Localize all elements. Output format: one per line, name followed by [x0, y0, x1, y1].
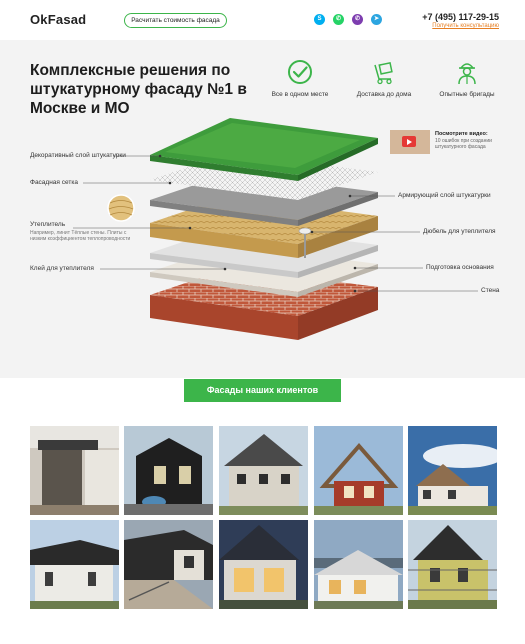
gallery-photo[interactable]: [30, 426, 119, 515]
label-glue: Клей для утеплителя: [30, 265, 94, 272]
skype-icon[interactable]: S: [314, 14, 325, 25]
telegram-icon[interactable]: ➤: [371, 14, 382, 25]
label-mesh: Фасадная сетка: [30, 179, 78, 186]
gallery-photo[interactable]: [124, 520, 213, 609]
callback-link[interactable]: Получить консультацию: [432, 23, 499, 29]
facade-layers-diagram: [73, 118, 478, 340]
gallery-photo[interactable]: [408, 426, 497, 515]
label-insulation-note: Например, линит Тёплые стены. Плиты с ни…: [30, 230, 131, 242]
phone-number[interactable]: +7 (495) 117-29-15: [422, 12, 499, 22]
calc-cost-button[interactable]: Расчитать стоимость фасада: [124, 13, 227, 28]
label-wall: Стена: [481, 287, 500, 294]
gallery-photo[interactable]: [30, 520, 119, 609]
gallery-photo[interactable]: [314, 426, 403, 515]
gallery-photo[interactable]: [219, 520, 308, 609]
viber-icon[interactable]: ✆: [352, 14, 363, 25]
whatsapp-icon[interactable]: ✆: [333, 14, 344, 25]
header: OkFasad Расчитать стоимость фасада S ✆ ✆…: [0, 0, 525, 40]
logo[interactable]: OkFasad: [30, 12, 86, 27]
gallery-photo[interactable]: [219, 426, 308, 515]
label-reinforcing-layer: Армирующий слой штукатурки: [398, 192, 491, 199]
label-insulation: Утеплитель: [30, 221, 66, 228]
gallery-photo[interactable]: [408, 520, 497, 609]
gallery-photo[interactable]: [124, 426, 213, 515]
hero-section: Комплексные решения по штукатурному фаса…: [0, 40, 525, 378]
clients-facades-button[interactable]: Фасады наших клиентов: [184, 379, 341, 402]
label-decorative-layer: Декоративный слой штукатурки: [30, 152, 126, 159]
label-primer: Подготовка основания: [426, 264, 494, 271]
label-dowel: Дюбель для утеплителя: [423, 228, 496, 235]
gallery-photo[interactable]: [314, 520, 403, 609]
